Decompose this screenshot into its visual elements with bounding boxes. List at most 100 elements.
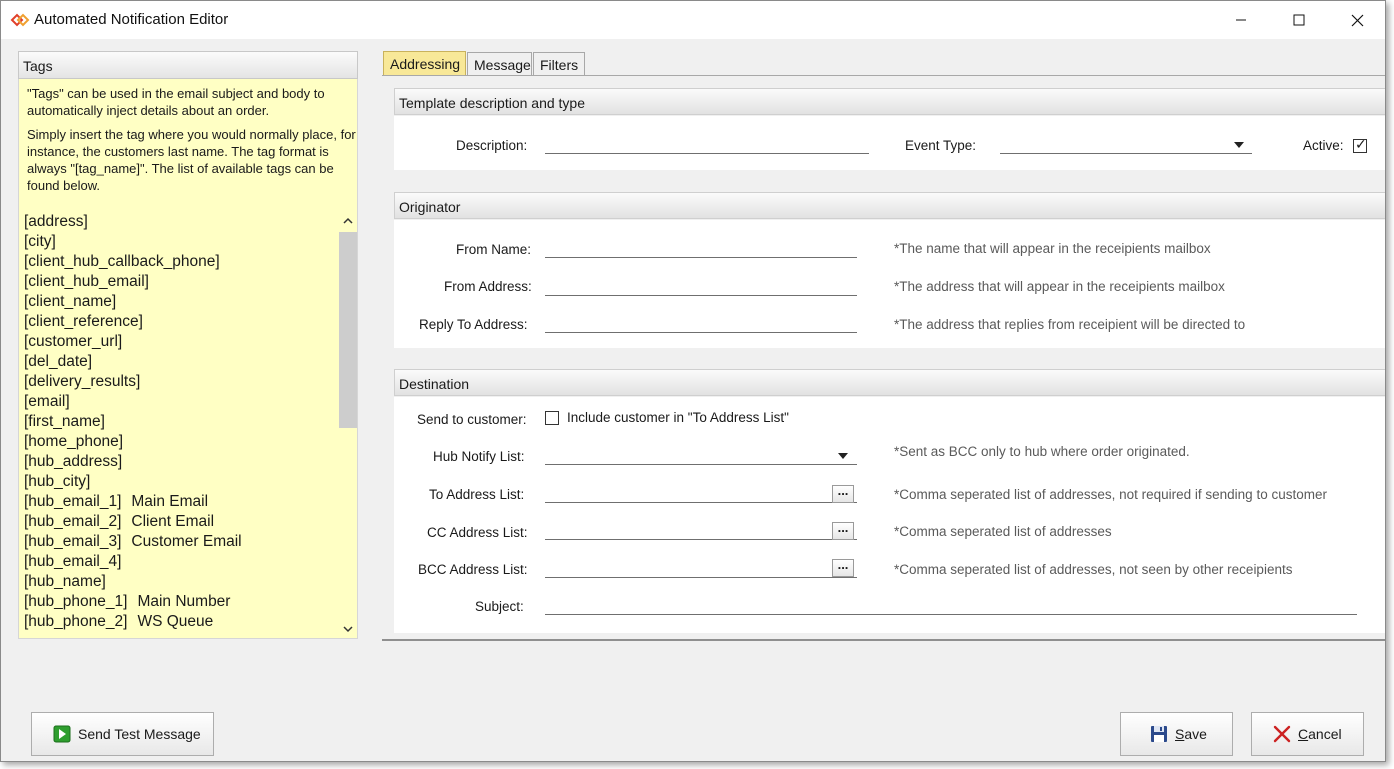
include-customer-checkbox[interactable] [545, 411, 559, 425]
bcc-address-browse-button[interactable]: ... [832, 558, 854, 577]
tag-name: [del_date] [24, 353, 93, 370]
to-address-input[interactable] [545, 483, 857, 503]
hub-notify-dropdown-arrow-icon[interactable] [838, 453, 848, 459]
tag-list-item[interactable]: [first_name] [24, 412, 336, 432]
to-address-label: To Address List: [429, 487, 525, 502]
tag-list-item[interactable]: [hub_email_4] [24, 552, 336, 572]
hub-notify-label: Hub Notify List: [433, 449, 525, 464]
tag-list-item[interactable]: [customer_url] [24, 332, 336, 352]
floppy-disk-icon [1149, 724, 1169, 744]
from-name-input[interactable] [545, 238, 857, 258]
scroll-down-button[interactable] [339, 620, 357, 638]
tag-name: [hub_email_2] [24, 513, 122, 530]
from-address-input[interactable] [545, 276, 857, 296]
reply-to-label: Reply To Address: [419, 317, 528, 332]
tag-list-item[interactable]: [home_phone] [24, 432, 336, 452]
save-label-accelerator: S [1175, 726, 1185, 742]
tag-name: [hub_email_1] [24, 493, 122, 510]
tag-name: [hub_address] [24, 453, 123, 470]
from-name-label: From Name: [456, 242, 532, 257]
tab-message[interactable]: Message [467, 52, 532, 75]
description-input[interactable] [545, 134, 869, 154]
originator-section-header: Originator [394, 192, 1385, 219]
tag-list-item[interactable]: [delivery_results] [24, 372, 336, 392]
save-label-rest: ave [1184, 726, 1207, 742]
cc-address-browse-button[interactable]: ... [832, 521, 854, 540]
tag-name: [client_reference] [24, 313, 143, 330]
event-type-dropdown[interactable] [1000, 134, 1252, 154]
tag-name: [hub_phone_2] [24, 613, 128, 630]
tag-name: [client_name] [24, 293, 117, 310]
cancel-label-accelerator: C [1298, 726, 1309, 742]
tag-list-item[interactable]: [city] [24, 232, 336, 252]
tag-list-item[interactable]: [client_name] [24, 292, 336, 312]
tag-name: [client_hub_callback_phone] [24, 253, 220, 270]
send-test-message-label: Send Test Message [78, 726, 201, 742]
tag-list-item[interactable]: [hub_name] [24, 572, 336, 592]
hub-notify-dropdown[interactable] [545, 445, 857, 465]
subject-input[interactable] [545, 595, 1357, 615]
cc-address-input[interactable] [545, 520, 857, 540]
play-icon [52, 724, 72, 744]
tag-name: [first_name] [24, 413, 105, 430]
tag-description: Customer Email [131, 533, 242, 550]
tag-list-item[interactable]: [client_hub_callback_phone] [24, 252, 336, 272]
tag-list-item[interactable]: [client_reference] [24, 312, 336, 332]
tag-list-item[interactable]: [hub_email_2] Client Email [24, 512, 336, 532]
minimize-icon [1236, 19, 1246, 21]
tags-panel-header: Tags [18, 51, 358, 79]
tab-filters[interactable]: Filters [533, 52, 585, 75]
notification-editor-window: Automated Notification Editor Tags "Tags… [0, 0, 1386, 762]
send-test-message-button[interactable]: Send Test Message [31, 712, 214, 756]
to-address-hint: *Comma seperated list of addresses, not … [894, 487, 1327, 502]
tag-list-item[interactable]: [hub_phone_1] Main Number [24, 592, 336, 612]
app-diamond-icon [10, 13, 30, 27]
active-label: Active: [1303, 138, 1344, 153]
description-label: Description: [456, 138, 528, 153]
close-button[interactable] [1328, 1, 1385, 39]
save-button[interactable]: Save [1120, 712, 1233, 756]
tag-list-item[interactable]: [email] [24, 392, 336, 412]
send-to-customer-label: Send to customer: [417, 412, 527, 427]
tag-list-scrollbar[interactable] [339, 212, 357, 638]
minimize-button[interactable] [1212, 1, 1270, 39]
tag-name: [client_hub_email] [24, 273, 149, 290]
event-type-dropdown-arrow-icon[interactable] [1234, 142, 1244, 148]
tag-list-item[interactable]: [hub_email_3] Customer Email [24, 532, 336, 552]
tag-name: [hub_phone_1] [24, 593, 128, 610]
tag-list-item[interactable]: [address] [24, 212, 336, 232]
scroll-up-button[interactable] [339, 212, 357, 230]
tags-panel: "Tags" can be used in the email subject … [18, 79, 358, 639]
event-type-label: Event Type: [905, 138, 977, 153]
maximize-button[interactable] [1270, 1, 1328, 39]
save-label: Save [1175, 726, 1207, 742]
template-section-header: Template description and type [394, 88, 1385, 115]
tag-name: [hub_email_4] [24, 553, 122, 570]
tags-intro-text: "Tags" can be used in the email subject … [27, 86, 325, 118]
reply-to-input[interactable] [545, 313, 857, 333]
cancel-button[interactable]: Cancel [1251, 712, 1364, 756]
window-title: Automated Notification Editor [34, 11, 229, 28]
tag-list-item[interactable]: [hub_city] [24, 472, 336, 492]
tag-list-item[interactable]: [hub_email_1] Main Email [24, 492, 336, 512]
include-customer-label[interactable]: Include customer in "To Address List" [567, 410, 789, 425]
checkmark-icon: ✓ [1355, 136, 1367, 152]
tag-list-item[interactable]: [hub_phone_2] WS Queue [24, 612, 336, 632]
tag-name: [delivery_results] [24, 373, 141, 390]
tab-addressing[interactable]: Addressing [383, 51, 466, 75]
active-checkbox[interactable]: ✓ [1353, 136, 1367, 153]
cancel-label-rest: ancel [1308, 726, 1342, 742]
red-x-icon [1272, 724, 1292, 744]
tag-description: Client Email [131, 513, 215, 530]
tag-description: WS Queue [137, 613, 214, 630]
tag-name: [hub_email_3] [24, 533, 122, 550]
tag-list-item[interactable]: [client_hub_email] [24, 272, 336, 292]
scroll-thumb[interactable] [339, 232, 357, 428]
tag-list-item[interactable]: [hub_address] [24, 452, 336, 472]
tag-name: [home_phone] [24, 433, 124, 450]
tag-list-item[interactable]: [del_date] [24, 352, 336, 372]
to-address-browse-button[interactable]: ... [832, 484, 854, 503]
tag-list[interactable]: [address] [city] [client_hub_callback_phon… [24, 212, 336, 632]
bcc-address-input[interactable] [545, 558, 857, 578]
tag-name: [address] [24, 213, 88, 230]
